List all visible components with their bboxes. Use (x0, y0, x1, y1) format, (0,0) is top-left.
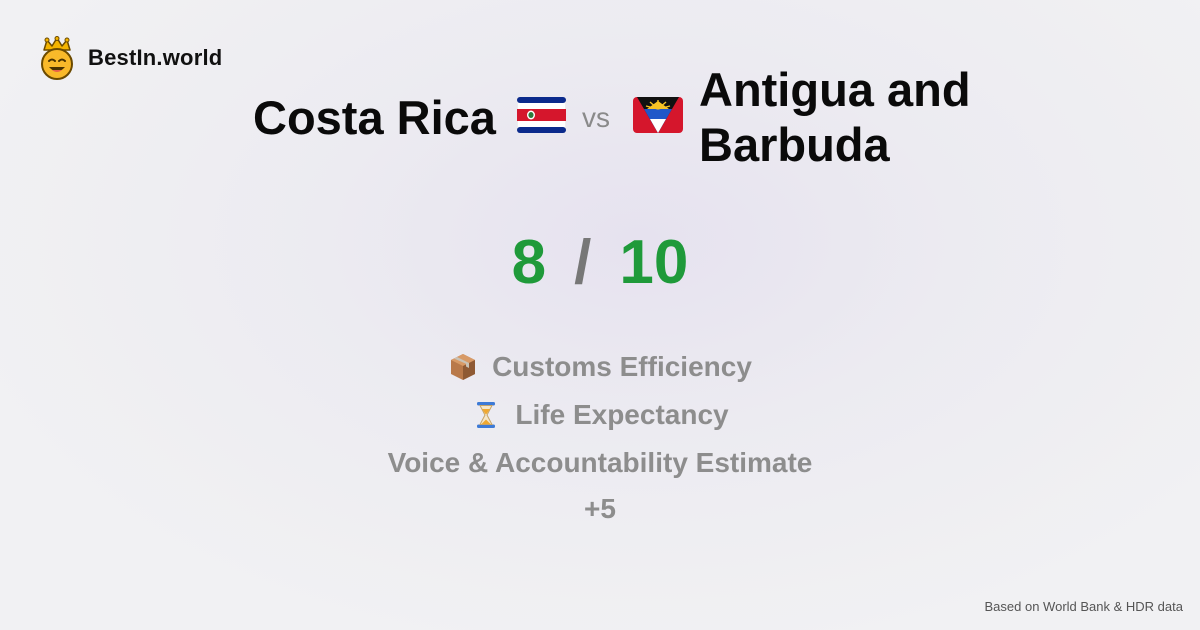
antigua-and-barbuda-flag-icon (633, 97, 683, 133)
score-b: 10 (619, 228, 689, 297)
hourglass-icon (477, 402, 496, 428)
more-metrics-count[interactable]: +5 (0, 489, 1200, 529)
package-icon (451, 354, 476, 380)
country-a-name: Costa Rica (253, 91, 496, 144)
metric-item: Life Expectancy (0, 391, 1200, 439)
metric-label: Life Expectancy (515, 399, 729, 430)
country-b-name: Antigua and Barbuda (699, 63, 971, 171)
score-a: 8 (511, 228, 547, 297)
metric-item: Voice & Accountability Estimate (0, 439, 1200, 487)
score-display: 8 / 10 (0, 228, 1200, 298)
metric-item: Customs Efficiency (0, 343, 1200, 391)
data-source-note: Based on World Bank & HDR data (984, 599, 1183, 614)
score-separator: / (574, 228, 592, 297)
metric-label: Customs Efficiency (492, 351, 752, 382)
metric-label: Voice & Accountability Estimate (387, 447, 813, 478)
comparison-title: Costa Rica vs Antigua and Barbuda (0, 62, 1200, 172)
costa-rica-flag-icon (517, 97, 566, 133)
metrics-list: Customs Efficiency Life Expectancy Voice… (0, 343, 1200, 529)
vs-label: vs (582, 102, 610, 133)
